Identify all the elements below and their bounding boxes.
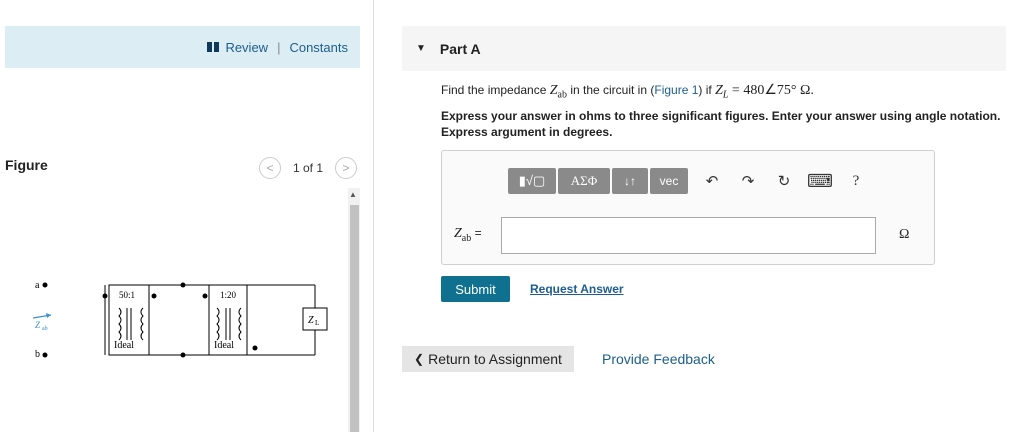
- page: Review | Constants Figure < 1 of 1 > a b: [0, 0, 1024, 432]
- secondary-coil-2: [238, 307, 242, 341]
- load-label-sub: L: [315, 319, 319, 327]
- question-text: Find the impedance Zab in the circuit in…: [441, 83, 814, 101]
- book-icon: [207, 42, 220, 52]
- dot-marker: [202, 293, 208, 299]
- ratio1-label: 50:1: [119, 290, 135, 300]
- templates-icon: ▮√▢: [518, 173, 546, 188]
- left-panel: Review | Constants Figure < 1 of 1 > a b: [0, 0, 376, 432]
- answer-input[interactable]: [501, 217, 876, 254]
- zab-label-sub: ab: [42, 326, 48, 332]
- figure-title: Figure: [5, 157, 48, 173]
- load-label: Z: [308, 315, 314, 326]
- help-icon[interactable]: ?: [842, 168, 870, 194]
- part-a-header[interactable]: ▼ Part A: [402, 26, 1006, 71]
- arrows-icon: ↓↑: [624, 174, 636, 188]
- junction: [180, 352, 186, 358]
- arrows-button[interactable]: ↓↑: [612, 168, 648, 194]
- scroll-up-icon[interactable]: ▲: [349, 190, 357, 199]
- terminal-b: [42, 352, 48, 358]
- answer-box: ▮√▢ ΑΣΦ ↓↑ vec ↶ ↷ ↻ ⌨ ? Zab = Ω: [441, 150, 935, 265]
- separator: |: [277, 39, 281, 55]
- figure-link[interactable]: Figure 1: [654, 83, 698, 97]
- zab-label: Z: [35, 320, 41, 330]
- undo-icon[interactable]: ↶: [698, 168, 726, 194]
- part-title: Part A: [439, 40, 481, 57]
- chevron-right-icon: >: [342, 161, 350, 175]
- column-divider: [373, 0, 374, 432]
- dot-marker: [151, 293, 157, 299]
- collapse-caret-icon[interactable]: ▼: [416, 43, 426, 54]
- greek-button[interactable]: ΑΣΦ: [558, 168, 610, 194]
- figure-area: a b Z ab 50:1 Ideal 1:20 Ideal Z L: [5, 190, 360, 432]
- ratio2-label: 1:20: [220, 290, 237, 300]
- node-b-label: b: [35, 349, 40, 360]
- submit-button[interactable]: Submit: [441, 276, 510, 302]
- node-a-label: a: [35, 280, 40, 291]
- request-answer-link[interactable]: Request Answer: [530, 282, 624, 296]
- redo-icon[interactable]: ↷: [734, 168, 762, 194]
- secondary-coil-1: [140, 307, 144, 341]
- next-figure-button[interactable]: >: [335, 157, 358, 179]
- dot-marker: [252, 345, 258, 351]
- ideal1-label: Ideal: [114, 340, 134, 351]
- constants-link[interactable]: Constants: [289, 40, 348, 55]
- chevron-left-icon: ❮: [414, 352, 425, 366]
- figure-pager: < 1 of 1 >: [259, 157, 358, 179]
- primary-coil-2: [216, 307, 220, 341]
- figure-scrollbar-thumb[interactable]: [350, 205, 359, 432]
- primary-coil-1: [118, 307, 122, 341]
- zab-arrowhead: [46, 313, 51, 318]
- review-link[interactable]: Review: [225, 40, 268, 55]
- math-toolbar: ▮√▢ ΑΣΦ ↓↑ vec ↶ ↷ ↻ ⌨ ?: [508, 168, 870, 194]
- reset-icon[interactable]: ↻: [770, 168, 798, 194]
- junction: [180, 282, 186, 288]
- circuit-diagram: a b Z ab 50:1 Ideal 1:20 Ideal Z L: [32, 280, 328, 360]
- answer-label: Zab =: [454, 226, 482, 244]
- dot-marker: [102, 293, 108, 299]
- keyboard-icon[interactable]: ⌨: [806, 168, 834, 194]
- chevron-left-icon: <: [266, 161, 274, 175]
- answer-instructions: Express your answer in ohms to three sig…: [441, 109, 1001, 139]
- answer-unit: Ω: [899, 227, 910, 242]
- provide-feedback-link[interactable]: Provide Feedback: [602, 351, 715, 367]
- ideal2-label: Ideal: [214, 340, 234, 351]
- templates-button[interactable]: ▮√▢: [508, 168, 556, 194]
- vec-button[interactable]: vec: [650, 168, 688, 194]
- pager-text: 1 of 1: [293, 161, 324, 175]
- return-to-assignment-button[interactable]: ❮ Return to Assignment: [402, 346, 574, 372]
- review-constants-bar: Review | Constants: [5, 26, 360, 68]
- prev-figure-button[interactable]: <: [259, 157, 281, 179]
